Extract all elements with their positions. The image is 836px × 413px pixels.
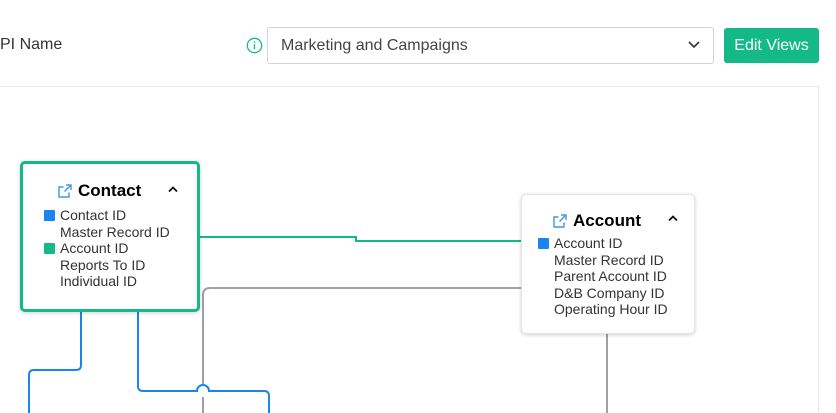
- chevron-up-icon[interactable]: [167, 185, 179, 193]
- field-name: Operating Hour ID: [554, 301, 668, 318]
- field-name: Contact ID: [60, 207, 127, 223]
- external-link-icon[interactable]: [552, 213, 568, 229]
- chevron-up-icon[interactable]: [667, 214, 679, 222]
- field-row: Master Record ID: [44, 224, 170, 241]
- field-name: D&B Company ID: [554, 284, 665, 301]
- chevron-down-icon: [688, 41, 700, 49]
- field-list: Contact ID Master Record ID Account ID R…: [44, 207, 170, 290]
- edit-views-button[interactable]: Edit Views: [724, 28, 819, 63]
- toolbar: PI Name Marketing and Campaigns Edit Vie…: [0, 0, 836, 86]
- view-select[interactable]: Marketing and Campaigns: [267, 27, 714, 64]
- field-row: Individual ID: [44, 273, 170, 290]
- relation-line-grey: [202, 287, 521, 385]
- api-name-label: PI Name: [0, 36, 63, 53]
- field-name: Master Record ID: [60, 223, 170, 240]
- field-name: Account ID: [554, 235, 623, 251]
- primary-key-icon: [538, 238, 549, 249]
- relation-line-account: [196, 236, 521, 242]
- info-circle-icon[interactable]: [246, 37, 263, 54]
- field-row: Contact ID: [44, 207, 170, 224]
- field-row: Parent Account ID: [538, 268, 668, 285]
- entity-title: Account: [573, 211, 641, 230]
- field-name: Reports To ID: [60, 256, 146, 273]
- primary-key-icon: [44, 210, 55, 221]
- entity-header: Contact: [57, 181, 141, 201]
- field-name: Individual ID: [60, 273, 138, 290]
- entity-header: Account: [552, 211, 641, 231]
- relation-line-blue-left: [28, 310, 82, 413]
- field-row: Account ID: [44, 240, 170, 257]
- schema-canvas[interactable]: Contact Contact ID Master Record ID Acco…: [0, 86, 819, 413]
- external-link-icon[interactable]: [57, 183, 73, 199]
- entity-title: Contact: [78, 181, 142, 200]
- foreign-key-icon: [44, 243, 55, 255]
- entity-card-account[interactable]: Account Account ID Master Record ID Pare…: [521, 194, 695, 334]
- entity-card-contact[interactable]: Contact Contact ID Master Record ID Acco…: [20, 161, 200, 312]
- field-list: Account ID Master Record ID Parent Accou…: [538, 235, 668, 318]
- field-row: Operating Hour ID: [538, 301, 668, 318]
- field-name: Master Record ID: [554, 251, 664, 268]
- field-row: Reports To ID: [44, 257, 170, 274]
- field-row: Account ID: [538, 235, 668, 252]
- field-row: D&B Company ID: [538, 285, 668, 302]
- field-name: Account ID: [60, 240, 129, 257]
- field-row: Master Record ID: [538, 252, 668, 269]
- field-name: Parent Account ID: [554, 268, 667, 285]
- view-select-value: Marketing and Campaigns: [281, 37, 468, 54]
